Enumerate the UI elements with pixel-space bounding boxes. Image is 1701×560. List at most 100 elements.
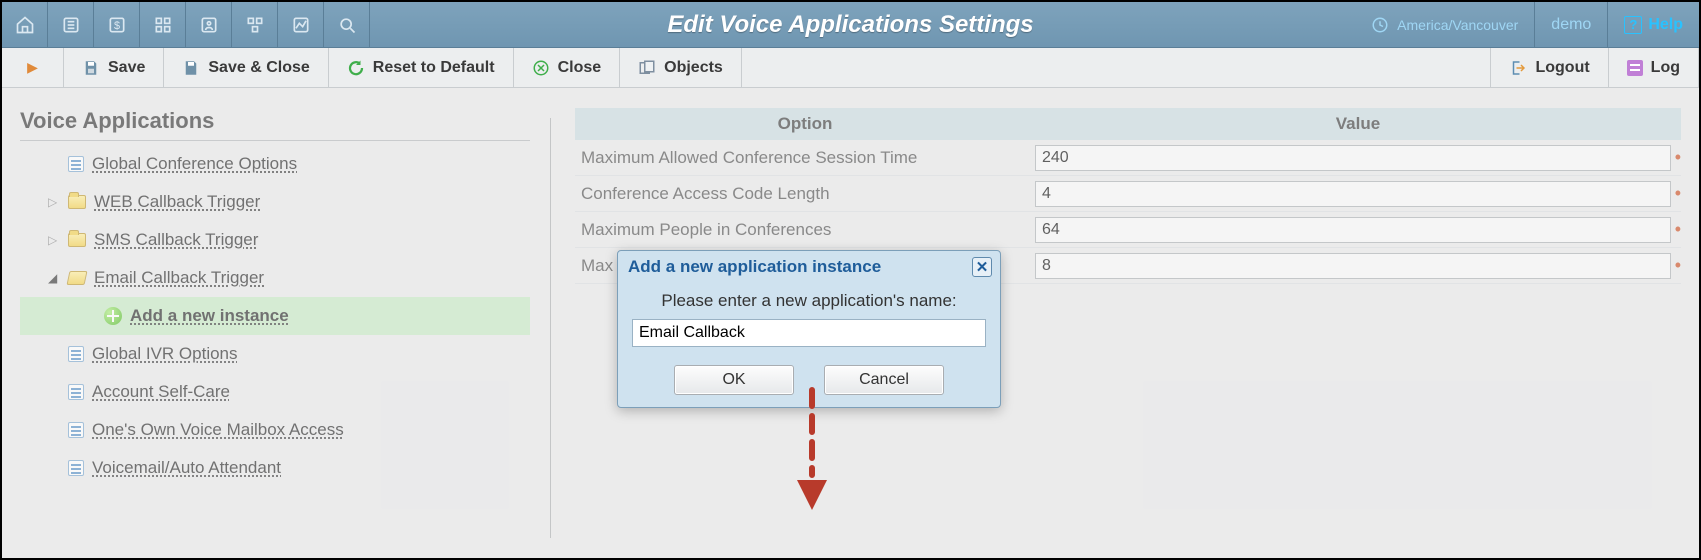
dialog-close-button[interactable]: ✕ xyxy=(972,257,992,277)
log-label: Log xyxy=(1651,59,1680,77)
dialog-title: Add a new application instance xyxy=(628,257,881,277)
user-display[interactable]: demo xyxy=(1534,2,1607,47)
save-close-button[interactable]: Save & Close xyxy=(164,48,328,87)
form-row-access-code: Conference Access Code Length • xyxy=(575,176,1681,212)
save-label: Save xyxy=(108,59,145,77)
vertical-divider xyxy=(550,118,551,538)
user-label: demo xyxy=(1551,16,1591,34)
doc-icon xyxy=(68,156,84,172)
grid2-icon[interactable] xyxy=(232,2,278,48)
required-marker: • xyxy=(1675,219,1681,240)
option-label: Maximum People in Conferences xyxy=(575,220,1035,240)
reset-icon xyxy=(347,59,365,77)
option-label: Conference Access Code Length xyxy=(575,184,1035,204)
sidebar-item-label: One's Own Voice Mailbox Access xyxy=(92,420,344,440)
doc-icon xyxy=(68,346,84,362)
sidebar-item-global-conference[interactable]: Global Conference Options xyxy=(20,145,530,183)
ok-button[interactable]: OK xyxy=(674,365,794,395)
value-input-session-time[interactable] xyxy=(1035,145,1671,171)
expand-arrow-icon: ▷ xyxy=(48,233,60,247)
timezone-display[interactable]: America/Vancouver xyxy=(1371,16,1534,34)
help-label: Help xyxy=(1648,16,1683,34)
cancel-button[interactable]: Cancel xyxy=(824,365,944,395)
doc-icon xyxy=(68,460,84,476)
sidebar-item-global-ivr[interactable]: Global IVR Options xyxy=(20,335,530,373)
sidebar-item-voicemailbox[interactable]: One's Own Voice Mailbox Access xyxy=(20,411,530,449)
col-value-header: Value xyxy=(1035,114,1681,134)
close-x-icon: ✕ xyxy=(976,258,989,276)
sidebar-title: Voice Applications xyxy=(20,108,530,134)
close-button[interactable]: Close xyxy=(514,48,621,87)
sidebar-divider xyxy=(20,140,530,141)
svg-text:$: $ xyxy=(113,20,119,32)
table-header: Option Value xyxy=(575,108,1681,140)
form-row-session-time: Maximum Allowed Conference Session Time … xyxy=(575,140,1681,176)
log-button[interactable]: Log xyxy=(1609,48,1699,87)
sidebar-item-voicemail-aa[interactable]: Voicemail/Auto Attendant xyxy=(20,449,530,487)
clock-icon xyxy=(1371,16,1389,34)
sidebar-item-email-callback[interactable]: ◢ Email Callback Trigger xyxy=(20,259,530,297)
expand-arrow-icon: ▷ xyxy=(48,195,60,209)
search-icon[interactable] xyxy=(324,2,370,48)
sidebar-item-label: SMS Callback Trigger xyxy=(94,230,258,250)
grid1-icon[interactable] xyxy=(140,2,186,48)
objects-label: Objects xyxy=(664,59,723,77)
sidebar: Voice Applications Global Conference Opt… xyxy=(20,108,530,548)
sidebar-item-add-instance[interactable]: Add a new instance xyxy=(20,297,530,335)
sidebar-item-label: Voicemail/Auto Attendant xyxy=(92,458,281,478)
objects-icon xyxy=(638,59,656,77)
logout-label: Logout xyxy=(1535,59,1589,77)
sidebar-item-label: Global Conference Options xyxy=(92,154,297,174)
sidebar-item-label: Add a new instance xyxy=(130,306,289,326)
folder-open-icon xyxy=(67,271,88,285)
required-marker: • xyxy=(1675,255,1681,276)
list-icon[interactable] xyxy=(48,2,94,48)
sidebar-item-label: Email Callback Trigger xyxy=(94,268,264,288)
add-icon xyxy=(104,307,122,325)
app-header: $ Edit Voice Applications Settings Ameri… xyxy=(2,2,1699,48)
save-close-label: Save & Close xyxy=(208,59,309,77)
logout-icon xyxy=(1509,59,1527,77)
form-row-max-people: Maximum People in Conferences • xyxy=(575,212,1681,248)
add-instance-dialog: Add a new application instance ✕ Please … xyxy=(617,250,1001,408)
collapse-arrow-icon: ◢ xyxy=(48,271,60,285)
sidebar-item-label: Account Self-Care xyxy=(92,382,230,402)
sidebar-item-label: WEB Callback Trigger xyxy=(94,192,260,212)
person-icon[interactable] xyxy=(186,2,232,48)
log-icon xyxy=(1627,60,1643,76)
col-option-header: Option xyxy=(575,114,1035,134)
timezone-label: America/Vancouver xyxy=(1397,17,1518,33)
value-input-max-people[interactable] xyxy=(1035,217,1671,243)
sidebar-item-sms-callback[interactable]: ▷ SMS Callback Trigger xyxy=(20,221,530,259)
objects-button[interactable]: Objects xyxy=(620,48,742,87)
expand-arrow-icon[interactable]: ▶ xyxy=(2,48,64,87)
toolbar: ▶ Save Save & Close Reset to Default Clo… xyxy=(2,48,1699,88)
sidebar-item-account-selfcare[interactable]: Account Self-Care xyxy=(20,373,530,411)
required-marker: • xyxy=(1675,183,1681,204)
help-icon: ? xyxy=(1624,16,1642,34)
value-input-max-other[interactable] xyxy=(1035,253,1671,279)
sidebar-item-label: Global IVR Options xyxy=(92,344,238,364)
dollar-icon[interactable]: $ xyxy=(94,2,140,48)
page-title: Edit Voice Applications Settings xyxy=(667,11,1033,39)
close-icon xyxy=(532,59,550,77)
reset-button[interactable]: Reset to Default xyxy=(329,48,514,87)
required-marker: • xyxy=(1675,147,1681,168)
doc-icon xyxy=(68,384,84,400)
folder-closed-icon xyxy=(68,233,86,247)
home-icon[interactable] xyxy=(2,2,48,48)
save-icon xyxy=(82,59,100,77)
save-close-icon xyxy=(182,59,200,77)
option-label: Maximum Allowed Conference Session Time xyxy=(575,148,1035,168)
save-button[interactable]: Save xyxy=(64,48,164,87)
value-input-access-code[interactable] xyxy=(1035,181,1671,207)
folder-closed-icon xyxy=(68,195,86,209)
instance-name-input[interactable] xyxy=(632,319,986,347)
reset-label: Reset to Default xyxy=(373,59,495,77)
logout-button[interactable]: Logout xyxy=(1491,48,1608,87)
close-label: Close xyxy=(558,59,602,77)
chart-icon[interactable] xyxy=(278,2,324,48)
sidebar-item-web-callback[interactable]: ▷ WEB Callback Trigger xyxy=(20,183,530,221)
help-link[interactable]: ? Help xyxy=(1607,2,1699,47)
doc-icon xyxy=(68,422,84,438)
